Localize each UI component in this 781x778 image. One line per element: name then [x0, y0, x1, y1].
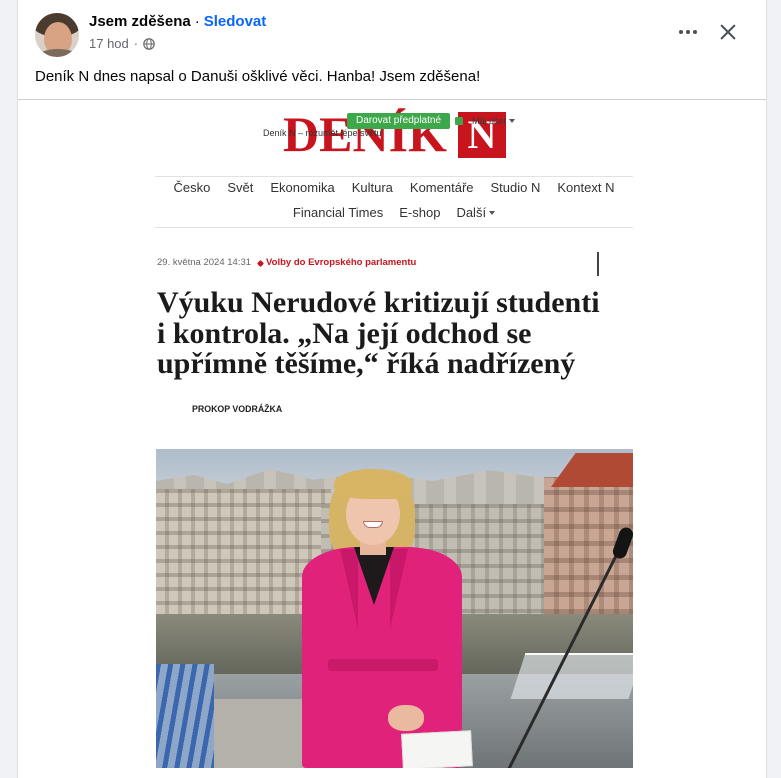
article-nav-primary: Česko Svět Ekonomika Kultura Komentáře S…	[155, 180, 633, 196]
article-author: PROKOP VODRÁŽKA	[192, 404, 283, 414]
globe-icon	[143, 38, 155, 50]
tag-icon	[256, 259, 265, 267]
nav-item-dalsi-label: Další	[456, 205, 487, 220]
photo-papers	[401, 730, 473, 768]
follow-button[interactable]: Sledovat	[204, 13, 267, 30]
post-text: Deník N dnes napsal o Danuši ošklivé věc…	[35, 68, 481, 85]
avatar-shoulder	[37, 49, 79, 57]
nav-item-komentare: Komentáře	[409, 180, 474, 195]
timestamp-link[interactable]: 17 hod	[89, 36, 129, 52]
headline-line: upřímně těšíme,“ říká nadřízený	[157, 347, 576, 380]
nav-item-eshop: E-shop	[399, 205, 441, 220]
more-dot	[686, 30, 690, 34]
article-photo	[156, 449, 633, 768]
meta-separator-dot: ·	[133, 36, 139, 51]
headline-line: i kontrola. „Na její odchod se	[157, 316, 532, 350]
nav-item-svet: Svět	[227, 180, 254, 195]
nav-item-cesko: Česko	[173, 180, 211, 195]
account-menu: Můj účet	[472, 115, 516, 127]
photo-person-fringe	[334, 469, 412, 499]
chevron-down-icon	[509, 119, 516, 123]
chevron-down-icon	[489, 211, 496, 215]
post-image-attachment[interactable]: DENÍK N Deník N – rozumět lépe světu Dar…	[18, 100, 766, 778]
post-header-title: Jsem zděšena · Sledovat	[89, 13, 266, 31]
nav-item-kontext-n: Kontext N	[557, 180, 615, 195]
close-icon[interactable]	[718, 22, 738, 42]
author-avatar[interactable]	[35, 13, 79, 57]
more-options-icon[interactable]	[679, 30, 697, 34]
more-dot	[693, 30, 697, 34]
article-category: Volby do Evropského parlamentu	[266, 257, 417, 268]
photo-blue-railing	[156, 664, 214, 768]
globe-icon-graphic	[143, 38, 155, 50]
nav-item-financial-times: Financial Times	[292, 205, 384, 220]
article-headline: Výuku Nerudové kritizují studenti i kont…	[157, 286, 637, 380]
nav-rule-top	[155, 176, 633, 177]
nav-item-dalsi: Další	[456, 205, 496, 221]
more-dot	[679, 30, 683, 34]
photo-person-hands	[388, 705, 424, 731]
publish-date: 29. května 2024 14:31	[157, 257, 252, 268]
nav-item-studio-n: Studio N	[490, 180, 541, 195]
headline-line: Výuku Nerudové kritizují studenti	[157, 286, 600, 319]
photo-coat-belt	[328, 659, 438, 671]
nav-rule-bottom	[155, 227, 633, 228]
article-meta: 29. května 2024 14:31 Volby do Evropskéh…	[157, 257, 416, 269]
account-label: Můj účet	[472, 116, 507, 126]
photo-glass-lectern	[510, 653, 633, 699]
post-card: Jsem zděšena · Sledovat 17 hod · Deník N d…	[18, 0, 766, 778]
nav-item-kultura: Kultura	[351, 180, 393, 195]
author-name-link[interactable]: Jsem zděšena	[89, 13, 191, 30]
gift-icon	[455, 117, 463, 125]
donate-subscription-badge: Darovat předplatné	[347, 113, 450, 129]
vertical-rule	[597, 252, 599, 276]
nav-item-ekonomika: Ekonomika	[270, 180, 335, 195]
separator-dot: ·	[194, 13, 200, 30]
post-meta: 17 hod ·	[89, 36, 155, 52]
article-nav-secondary: Financial Times E-shop Další	[155, 205, 633, 221]
